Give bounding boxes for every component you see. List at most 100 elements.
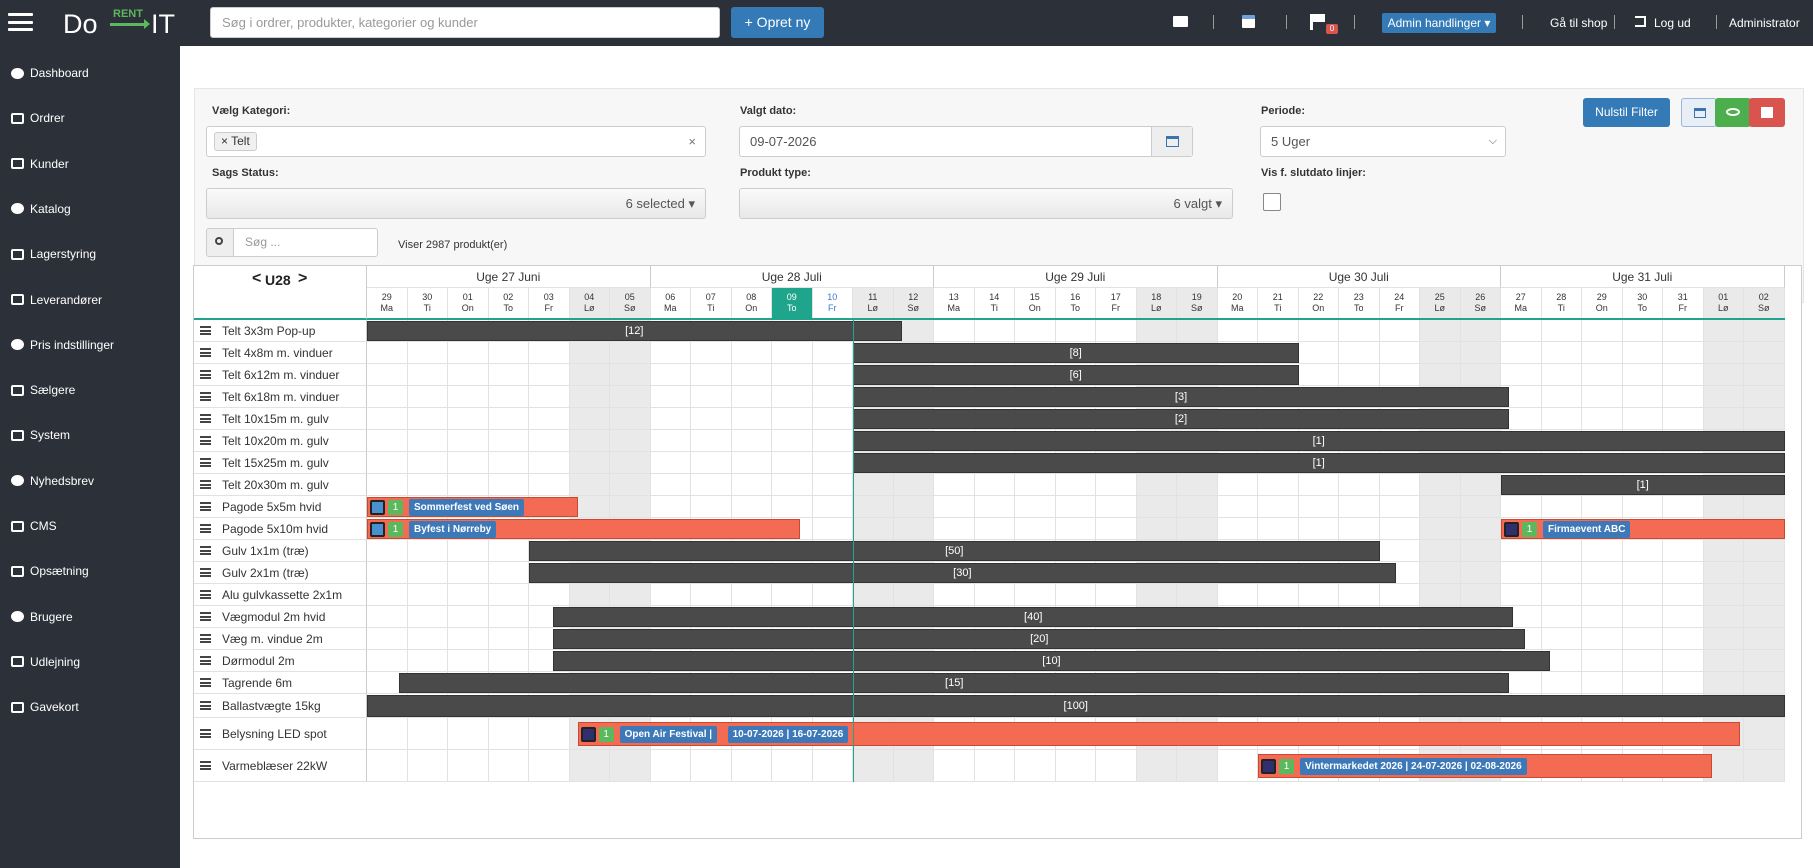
product-row-label[interactable]: Telt 6x18m m. vinduer (194, 386, 367, 408)
day-header[interactable]: 27 Ma (1501, 288, 1542, 318)
event-label[interactable]: Open Air Festival | (619, 725, 718, 743)
day-header[interactable]: 15 On (1015, 288, 1056, 318)
day-header[interactable]: 29 On (1582, 288, 1623, 318)
product-row-label[interactable]: Telt 4x8m m. vinduer (194, 342, 367, 364)
product-type-multiselect[interactable]: 6 valgt ▾ (739, 188, 1233, 219)
booking-bar[interactable]: [30] (529, 563, 1396, 583)
sidebar-item-nyhedsbrev[interactable]: Nyhedsbrev (0, 461, 180, 501)
calendar-icon[interactable] (1242, 15, 1255, 28)
booking-bar[interactable]: [12] (367, 321, 902, 341)
booking-bar[interactable]: [3] (853, 387, 1510, 407)
sidebar-item-pris-indstillinger[interactable]: Pris indstillinger (0, 325, 180, 365)
day-header[interactable]: 09 To (772, 288, 813, 318)
booking-bar[interactable]: [1] (1501, 475, 1785, 495)
product-row-label[interactable]: Ballastvægte 15kg (194, 694, 367, 718)
hamburger-menu-icon[interactable] (8, 13, 33, 31)
day-header[interactable]: 20 Ma (1217, 288, 1258, 318)
folder-icon[interactable] (1173, 16, 1188, 27)
sidebar-item-cms[interactable]: CMS (0, 506, 180, 546)
admin-actions-dropdown[interactable]: Admin handlinger ▾ (1382, 13, 1496, 33)
day-header[interactable]: 21 Ti (1258, 288, 1299, 318)
row-menu-icon[interactable] (200, 458, 211, 467)
day-header[interactable]: 29 Ma (367, 288, 408, 318)
booking-bar[interactable]: [10] (553, 651, 1550, 671)
row-menu-icon[interactable] (200, 414, 211, 423)
reset-filter-button[interactable]: Nulstil Filter (1583, 98, 1670, 127)
row-menu-icon[interactable] (200, 678, 211, 687)
row-menu-icon[interactable] (200, 701, 211, 710)
sidebar-item-system[interactable]: System (0, 415, 180, 455)
logout-link[interactable]: Log ud (1654, 14, 1691, 32)
product-row-label[interactable]: Telt 6x12m m. vinduer (194, 364, 367, 386)
create-new-button[interactable]: + Opret ny (731, 7, 824, 38)
sidebar-item-katalog[interactable]: Katalog (0, 189, 180, 229)
event-label[interactable]: Firmaevent ABC (1543, 520, 1631, 538)
day-header[interactable]: 12 Sø (893, 288, 934, 318)
sidebar-item-leverandører[interactable]: Leverandører (0, 280, 180, 320)
day-header[interactable]: 19 Sø (1177, 288, 1218, 318)
goto-shop-link[interactable]: Gå til shop (1550, 14, 1607, 32)
row-menu-icon[interactable] (200, 436, 211, 445)
day-header[interactable]: 17 Fr (1096, 288, 1137, 318)
product-search-input[interactable]: Søg ... (233, 228, 378, 257)
day-header[interactable]: 30 To (1622, 288, 1663, 318)
period-select[interactable]: 5 Uger ⌵ (1260, 126, 1506, 157)
row-menu-icon[interactable] (200, 392, 211, 401)
row-menu-icon[interactable] (200, 524, 211, 533)
booking-bar[interactable]: [1] (853, 453, 1785, 473)
day-header[interactable]: 13 Ma (934, 288, 975, 318)
product-row-label[interactable]: Alu gulvkassette 2x1m (194, 584, 367, 606)
status-multiselect[interactable]: 6 selected ▾ (206, 188, 706, 219)
day-header[interactable]: 11 Lø (853, 288, 894, 318)
row-menu-icon[interactable] (200, 370, 211, 379)
day-header[interactable]: 18 Lø (1136, 288, 1177, 318)
product-row-label[interactable]: Telt 15x25m m. gulv (194, 452, 367, 474)
sidebar-item-kunder[interactable]: Kunder (0, 144, 180, 184)
day-header[interactable]: 25 Lø (1420, 288, 1461, 318)
day-header[interactable]: 23 To (1339, 288, 1380, 318)
sidebar-item-opsætning[interactable]: Opsætning (0, 551, 180, 591)
row-menu-icon[interactable] (200, 348, 211, 357)
category-select[interactable]: × Telt × (206, 126, 706, 157)
product-row-label[interactable]: Væg m. vindue 2m (194, 628, 367, 650)
booking-bar[interactable]: [15] (399, 673, 1510, 693)
sidebar-item-dashboard[interactable]: Dashboard (0, 53, 180, 93)
booking-bar[interactable]: [2] (853, 409, 1510, 429)
product-row-label[interactable]: Vægmodul 2m hvid (194, 606, 367, 628)
calendar-picker-icon[interactable] (1151, 127, 1192, 156)
product-row-label[interactable]: Pagode 5x10m hvid (194, 518, 367, 540)
sidebar-item-gavekort[interactable]: Gavekort (0, 687, 180, 727)
day-header[interactable]: 16 To (1055, 288, 1096, 318)
day-header[interactable]: 31 Fr (1663, 288, 1704, 318)
row-menu-icon[interactable] (200, 546, 211, 555)
day-header[interactable]: 10 Fr (812, 288, 853, 318)
row-menu-icon[interactable] (200, 480, 211, 489)
product-row-label[interactable]: Dørmodul 2m (194, 650, 367, 672)
day-header[interactable]: 14 Ti (974, 288, 1015, 318)
day-header[interactable]: 01 On (448, 288, 489, 318)
row-menu-icon[interactable] (200, 590, 211, 599)
sidebar-item-udlejning[interactable]: Udlejning (0, 642, 180, 682)
day-header[interactable]: 05 Sø (610, 288, 651, 318)
day-header[interactable]: 02 Sø (1744, 288, 1785, 318)
user-menu[interactable]: Administrator (1729, 14, 1800, 32)
sidebar-item-sælgere[interactable]: Sælgere (0, 370, 180, 410)
product-row-label[interactable]: Telt 3x3m Pop-up (194, 320, 367, 342)
day-header[interactable]: 24 Fr (1379, 288, 1420, 318)
product-row-label[interactable]: Telt 20x30m m. gulv (194, 474, 367, 496)
next-week-icon[interactable]: > (298, 270, 307, 288)
category-tag-telt[interactable]: × Telt (214, 132, 257, 151)
event-dates-label[interactable]: 10-07-2026 | 16-07-2026 (727, 725, 849, 743)
search-button[interactable] (206, 228, 234, 257)
product-row-label[interactable]: Gulv 2x1m (træ) (194, 562, 367, 584)
row-menu-icon[interactable] (200, 612, 211, 621)
date-input[interactable]: 09-07-2026 (739, 126, 1193, 157)
end-lines-checkbox[interactable] (1263, 193, 1281, 211)
prev-week-icon[interactable]: < (252, 270, 261, 288)
day-header[interactable]: 02 To (488, 288, 529, 318)
event-label[interactable]: Sommerfest ved Søen (409, 498, 525, 516)
booking-bar[interactable]: [40] (553, 607, 1514, 627)
day-header[interactable]: 22 On (1298, 288, 1339, 318)
day-header[interactable]: 28 Ti (1541, 288, 1582, 318)
calendar-view-button[interactable] (1681, 98, 1717, 127)
